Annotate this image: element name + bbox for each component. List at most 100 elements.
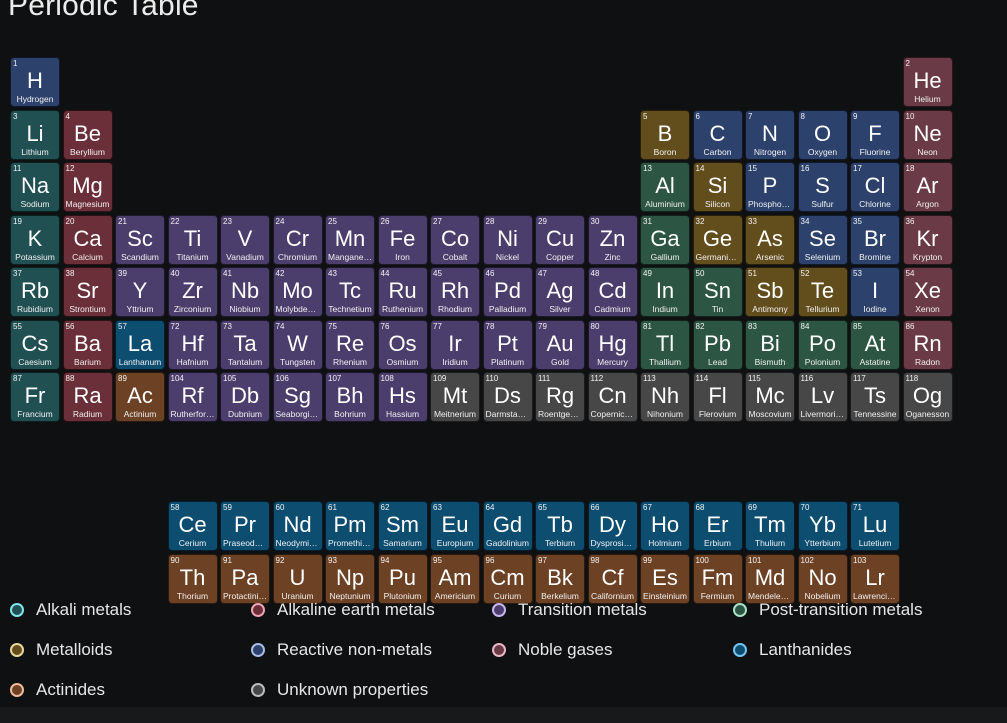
element-tile-si[interactable]: 14 Si Silicon <box>692 162 743 212</box>
element-tile-se[interactable]: 34 Se Selenium <box>797 214 848 265</box>
element-tile-ta[interactable]: 73 Ta Tantalum <box>220 319 270 370</box>
element-tile-h[interactable]: 1 H Hydrogen <box>10 57 60 107</box>
element-tile-xe[interactable]: 54 Xe Xenon <box>902 267 953 317</box>
element-tile-w[interactable]: 74 W Tungsten <box>272 319 323 370</box>
element-tile-ge[interactable]: 32 Ge Germanium <box>692 214 743 265</box>
element-tile-at[interactable]: 85 At Astatine <box>850 319 900 370</box>
legend-item-nonmetal[interactable]: Reactive non-metals <box>251 638 432 662</box>
element-tile-al[interactable]: 13 Al Aluminium <box>640 162 690 212</box>
element-tile-mg[interactable]: 12 Mg Magnesium <box>62 162 113 212</box>
element-tile-hg[interactable]: 80 Hg Mercury <box>587 319 638 370</box>
element-tile-bk[interactable]: 97 Bk Berkelium <box>535 553 585 604</box>
element-tile-ne[interactable]: 10 Ne Neon <box>902 109 953 160</box>
element-tile-u[interactable]: 92 U Uranium <box>272 553 323 604</box>
element-tile-cf[interactable]: 98 Cf Californium <box>587 553 638 604</box>
element-tile-nb[interactable]: 41 Nb Niobium <box>220 267 270 317</box>
element-tile-cm[interactable]: 96 Cm Curium <box>482 553 533 604</box>
element-tile-md[interactable]: 101MdMendelevium <box>745 553 795 604</box>
element-tile-ac[interactable]: 89 Ac Actinium <box>115 372 165 422</box>
element-tile-be[interactable]: 4 Be Beryllium <box>62 109 113 160</box>
element-tile-na[interactable]: 11 Na Sodium <box>10 162 60 212</box>
legend-item-post[interactable]: Post-transition metals <box>733 598 922 622</box>
element-tile-y[interactable]: 39 Y Yttrium <box>115 267 165 317</box>
element-tile-tb[interactable]: 65 Tb Terbium <box>535 501 585 551</box>
element-tile-np[interactable]: 93 Np Neptunium <box>325 553 375 604</box>
element-tile-rf[interactable]: 104RfRutherfordium <box>167 372 218 422</box>
legend-item-actinide[interactable]: Actinides <box>10 678 105 702</box>
legend-item-metalloid[interactable]: Metalloids <box>10 638 113 662</box>
element-tile-pu[interactable]: 94 Pu Plutonium <box>377 553 428 604</box>
element-tile-au[interactable]: 79 Au Gold <box>535 319 585 370</box>
element-tile-pb[interactable]: 82 Pb Lead <box>692 319 743 370</box>
element-tile-ti[interactable]: 22 Ti Titanium <box>167 214 218 265</box>
element-tile-mo[interactable]: 42 Mo Molybdenum <box>272 267 323 317</box>
element-tile-ir[interactable]: 77 Ir Iridium <box>430 319 480 370</box>
element-tile-db[interactable]: 105 Db Dubnium <box>220 372 270 422</box>
element-tile-te[interactable]: 52 Te Tellurium <box>797 267 848 317</box>
element-tile-s[interactable]: 16 S Sulfur <box>797 162 848 212</box>
element-tile-in[interactable]: 49 In Indium <box>640 267 690 317</box>
element-tile-f[interactable]: 9 F Fluorine <box>850 109 900 160</box>
element-tile-po[interactable]: 84 Po Polonium <box>797 319 848 370</box>
element-tile-fe[interactable]: 26 Fe Iron <box>377 214 428 265</box>
element-tile-v[interactable]: 23 V Vanadium <box>220 214 270 265</box>
element-tile-sr[interactable]: 38 Sr Strontium <box>62 267 113 317</box>
element-tile-am[interactable]: 95 Am Americium <box>430 553 480 604</box>
element-tile-ba[interactable]: 56 Ba Barium <box>62 319 113 370</box>
element-tile-sm[interactable]: 62 Sm Samarium <box>377 501 428 551</box>
element-tile-er[interactable]: 68 Er Erbium <box>692 501 743 551</box>
element-tile-hs[interactable]: 108 Hs Hassium <box>377 372 428 422</box>
element-tile-ga[interactable]: 31 Ga Gallium <box>640 214 690 265</box>
element-tile-tc[interactable]: 43 Tc Technetium <box>325 267 375 317</box>
element-tile-cn[interactable]: 112 Cn Copernicium <box>587 372 638 422</box>
element-tile-k[interactable]: 19 K Potassium <box>10 214 60 265</box>
element-tile-ra[interactable]: 88 Ra Radium <box>62 372 113 422</box>
element-tile-yb[interactable]: 70 Yb Ytterbium <box>797 501 848 551</box>
legend-item-lanthanide[interactable]: Lanthanides <box>733 638 852 662</box>
element-tile-re[interactable]: 75 Re Rhenium <box>325 319 375 370</box>
element-tile-cd[interactable]: 48 Cd Cadmium <box>587 267 638 317</box>
element-tile-zn[interactable]: 30 Zn Zinc <box>587 214 638 265</box>
element-tile-ni[interactable]: 28 Ni Nickel <box>482 214 533 265</box>
legend-item-unknown[interactable]: Unknown properties <box>251 678 428 702</box>
element-tile-cr[interactable]: 24 Cr Chromium <box>272 214 323 265</box>
element-tile-p[interactable]: 15 P Phosphorus <box>745 162 795 212</box>
element-tile-hf[interactable]: 72 Hf Hafnium <box>167 319 218 370</box>
element-tile-sb[interactable]: 51 Sb Antimony <box>745 267 795 317</box>
element-tile-ca[interactable]: 20 Ca Calcium <box>62 214 113 265</box>
element-tile-mn[interactable]: 25 Mn Manganese <box>325 214 375 265</box>
element-tile-mt[interactable]: 109 Mt Meitnerium <box>430 372 480 422</box>
element-tile-eu[interactable]: 63 Eu Europium <box>430 501 480 551</box>
element-tile-cs[interactable]: 55 Cs Caesium <box>10 319 60 370</box>
element-tile-sc[interactable]: 21 Sc Scandium <box>115 214 165 265</box>
element-tile-rb[interactable]: 37 Rb Rubidium <box>10 267 60 317</box>
legend-item-noble[interactable]: Noble gases <box>492 638 613 662</box>
element-tile-as[interactable]: 33 As Arsenic <box>745 214 795 265</box>
element-tile-rg[interactable]: 111RgRoentgenium <box>535 372 585 422</box>
element-tile-lu[interactable]: 71 Lu Lutetium <box>850 501 900 551</box>
element-tile-co[interactable]: 27 Co Cobalt <box>430 214 480 265</box>
element-tile-zr[interactable]: 40 Zr Zirconium <box>167 267 218 317</box>
element-tile-no[interactable]: 102 No Nobelium <box>797 553 848 604</box>
element-tile-gd[interactable]: 64 Gd Gadolinium <box>482 501 533 551</box>
element-tile-cu[interactable]: 29 Cu Copper <box>535 214 585 265</box>
element-tile-sn[interactable]: 50 Sn Tin <box>692 267 743 317</box>
element-tile-tm[interactable]: 69 Tm Thulium <box>745 501 795 551</box>
element-tile-ts[interactable]: 117 Ts Tennessine <box>850 372 900 422</box>
element-tile-dy[interactable]: 66 Dy Dysprosium <box>587 501 638 551</box>
element-tile-rh[interactable]: 45 Rh Rhodium <box>430 267 480 317</box>
element-tile-ce[interactable]: 58 Ce Cerium <box>167 501 218 551</box>
element-tile-ar[interactable]: 18 Ar Argon <box>902 162 953 212</box>
element-tile-tl[interactable]: 81 Tl Thallium <box>640 319 690 370</box>
element-tile-lr[interactable]: 103 Lr Lawrencium <box>850 553 900 604</box>
element-tile-og[interactable]: 118 Og Oganesson <box>902 372 953 422</box>
element-tile-b[interactable]: 5 B Boron <box>640 109 690 160</box>
element-tile-li[interactable]: 3 Li Lithium <box>10 109 60 160</box>
element-tile-sg[interactable]: 106 Sg Seaborgium <box>272 372 323 422</box>
element-tile-pd[interactable]: 46 Pd Palladium <box>482 267 533 317</box>
element-tile-rn[interactable]: 86 Rn Radon <box>902 319 953 370</box>
element-tile-mc[interactable]: 115 Mc Moscovium <box>745 372 795 422</box>
element-tile-pt[interactable]: 78 Pt Platinum <box>482 319 533 370</box>
element-tile-pr[interactable]: 59PrPraseodymium <box>220 501 270 551</box>
element-tile-n[interactable]: 7 N Nitrogen <box>745 109 795 160</box>
